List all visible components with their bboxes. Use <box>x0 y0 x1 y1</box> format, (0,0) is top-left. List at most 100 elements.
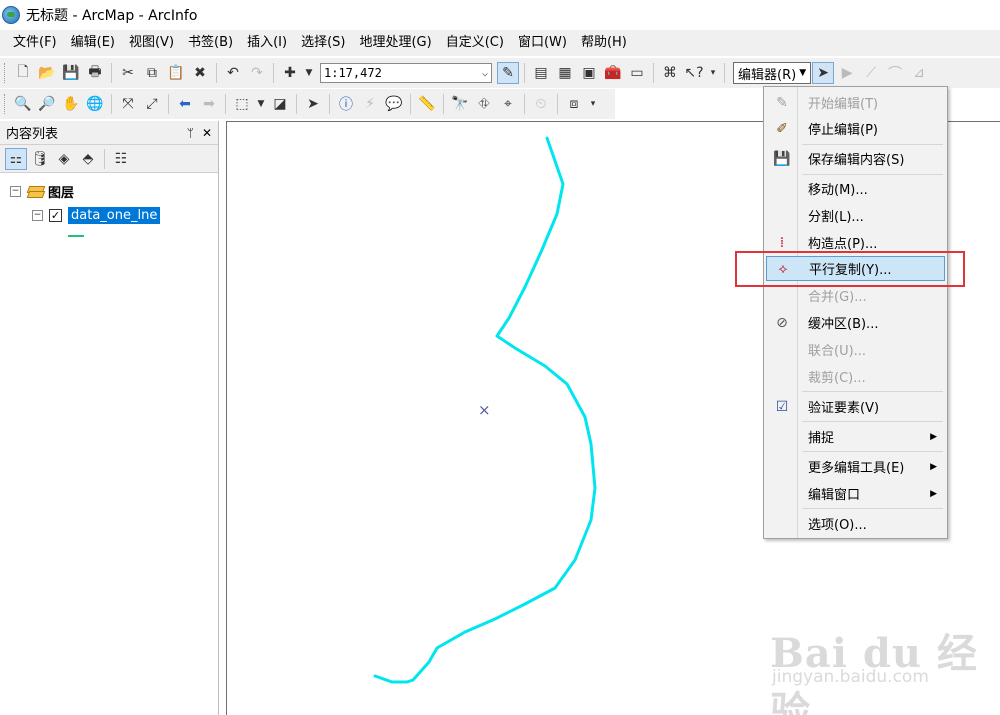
go-forward-arrow-icon[interactable]: ➡ <box>198 93 220 115</box>
collapse-icon[interactable]: − <box>10 185 21 197</box>
menu-separator <box>802 451 943 452</box>
paste-icon[interactable]: 📋 <box>165 62 187 84</box>
copy-icon[interactable]: ⧉ <box>141 62 163 84</box>
fixed-zoom-in-icon[interactable]: ⤧ <box>117 93 139 115</box>
list-by-source-icon[interactable]: 🛢 <box>29 148 51 170</box>
menu-item-union[interactable]: 联合(U)... <box>766 337 945 362</box>
menu-item-options[interactable]: 选项(O)... <box>766 511 945 536</box>
list-by-visibility-icon[interactable]: ◈ <box>53 148 75 170</box>
close-icon[interactable]: ✕ <box>202 126 212 140</box>
pin-icon[interactable]: ᛘ <box>187 126 194 140</box>
table-of-contents-icon[interactable]: ▤ <box>530 62 552 84</box>
editor-toolbar-toggle-icon[interactable]: ✎ <box>497 62 519 84</box>
straight-segment-icon[interactable]: ⟋ <box>860 62 882 84</box>
time-slider-icon[interactable]: ⏲ <box>530 93 552 115</box>
menu-selection[interactable]: 选择(S) <box>294 32 352 54</box>
toolbar-options-icon[interactable]: ▾ <box>587 93 599 115</box>
toolbar-grip[interactable] <box>4 63 8 83</box>
menu-file[interactable]: 文件(F) <box>6 32 64 54</box>
layer-visibility-checkbox[interactable]: ✓ <box>49 208 62 222</box>
select-elements-arrow-icon[interactable]: ➤ <box>302 93 324 115</box>
catalog-window-icon[interactable]: ▦ <box>554 62 576 84</box>
layers-stack-icon <box>27 184 43 198</box>
identify-info-icon[interactable]: ⓘ <box>335 93 357 115</box>
end-point-arc-icon[interactable]: ⌒ <box>884 62 906 84</box>
toc-options-icon[interactable]: ☷ <box>110 148 132 170</box>
zoom-out-icon[interactable]: 🔎 <box>36 93 58 115</box>
go-to-xy-icon[interactable]: ⌖ <box>497 93 519 115</box>
hyperlink-icon[interactable]: ⚡ <box>359 93 381 115</box>
go-back-arrow-icon[interactable]: ⬅ <box>174 93 196 115</box>
fixed-zoom-out-icon[interactable]: ⤢ <box>141 93 163 115</box>
map-scale-combobox[interactable]: 1:17,472 ⌵ <box>320 63 492 83</box>
list-by-drawing-order-icon[interactable]: ⚏ <box>5 147 27 170</box>
menu-item-buffer[interactable]: ⊘ 缓冲区(B)... <box>766 310 945 335</box>
edit-tool-arrow-icon[interactable]: ➤ <box>812 62 835 84</box>
python-window-icon[interactable]: ▭ <box>626 62 648 84</box>
collapse-icon[interactable]: − <box>32 209 43 221</box>
menu-help[interactable]: 帮助(H) <box>574 32 634 54</box>
toolbar-grip[interactable] <box>4 94 8 114</box>
toolbar-options-icon[interactable]: ▾ <box>707 62 719 84</box>
model-builder-icon[interactable]: ⌘ <box>659 62 681 84</box>
menu-windows[interactable]: 窗口(W) <box>511 32 574 54</box>
menu-insert[interactable]: 插入(I) <box>240 32 294 54</box>
list-by-selection-icon[interactable]: ⬘ <box>77 148 99 170</box>
save-icon[interactable]: 💾 <box>60 62 82 84</box>
menu-item-split[interactable]: 分割(L)... <box>766 203 945 228</box>
sketch-tools-icon[interactable]: ⊿ <box>908 62 930 84</box>
arctoolbox-icon[interactable]: 🧰 <box>602 62 624 84</box>
clear-selection-icon[interactable]: ◪ <box>269 93 291 115</box>
toolbar-separator <box>104 148 105 169</box>
cut-icon[interactable]: ✂ <box>117 62 139 84</box>
editor-menu-button[interactable]: 编辑器(R) ▼ <box>733 62 812 84</box>
menu-item-snapping[interactable]: 捕捉 ▶ <box>766 424 945 449</box>
whats-this-help-icon[interactable]: ↖? <box>683 62 705 84</box>
measure-ruler-icon[interactable]: 📏 <box>416 93 438 115</box>
menu-item-stop-editing[interactable]: ✐ 停止编辑(P) <box>766 116 945 141</box>
chevron-down-icon: ▼ <box>799 68 807 78</box>
open-folder-icon[interactable]: 📂 <box>36 62 58 84</box>
select-features-dropdown-icon[interactable]: ▼ <box>255 93 267 115</box>
pan-hand-icon[interactable]: ✋ <box>60 93 82 115</box>
find-route-icon[interactable]: ⛗ <box>473 93 495 115</box>
chevron-down-icon[interactable]: ⌵ <box>482 68 488 79</box>
toolbar-separator <box>443 94 444 114</box>
layer-name[interactable]: data_one_lne <box>68 206 161 224</box>
full-extent-globe-icon[interactable]: 🌐 <box>84 93 106 115</box>
create-viewer-window-icon[interactable]: ⧈ <box>563 93 585 115</box>
menu-geoprocessing[interactable]: 地理处理(G) <box>352 32 438 54</box>
menu-item-start-editing[interactable]: ✎ 开始编辑(T) <box>766 90 945 115</box>
redo-icon[interactable]: ↷ <box>246 62 268 84</box>
layer-row[interactable]: − ✓ data_one_lne <box>0 203 218 227</box>
menu-edit[interactable]: 编辑(E) <box>64 32 122 54</box>
map-center-marker-icon: × <box>478 401 491 419</box>
select-features-icon[interactable]: ⬚ <box>231 93 253 115</box>
add-data-icon[interactable]: ✚ <box>279 62 301 84</box>
toolbar-separator <box>724 63 725 83</box>
edit-annotation-tool-icon[interactable]: ▶ <box>836 62 858 84</box>
toolbar-separator <box>410 94 411 114</box>
menu-bookmarks[interactable]: 书签(B) <box>181 32 240 54</box>
print-icon[interactable]: 🖶 <box>84 62 106 84</box>
menu-item-validate-features[interactable]: ☑ 验证要素(V) <box>766 394 945 419</box>
menu-item-editing-windows[interactable]: 编辑窗口 ▶ <box>766 481 945 506</box>
menu-item-clip[interactable]: 裁剪(C)... <box>766 364 945 389</box>
html-popup-icon[interactable]: 💬 <box>383 93 405 115</box>
menu-view[interactable]: 视图(V) <box>122 32 181 54</box>
menu-item-more-editing-tools[interactable]: 更多编辑工具(E) ▶ <box>766 454 945 479</box>
search-window-icon[interactable]: ▣ <box>578 62 600 84</box>
menu-item-move[interactable]: 移动(M)... <box>766 176 945 201</box>
add-data-dropdown-icon[interactable]: ▼ <box>303 62 315 84</box>
menu-customize[interactable]: 自定义(C) <box>439 32 511 54</box>
new-document-icon[interactable]: 🗋 <box>12 62 34 84</box>
delete-icon[interactable]: ✖ <box>189 62 211 84</box>
baidu-jingyan-watermark: Bai du 经验 jingyan.baidu.com <box>770 603 990 715</box>
zoom-in-icon[interactable]: 🔍 <box>12 93 34 115</box>
layers-group-row[interactable]: − 图层 <box>0 179 218 203</box>
toc-toolbar: ⚏ 🛢 ◈ ⬘ ☷ <box>0 145 218 173</box>
find-binoculars-icon[interactable]: 🔭 <box>449 93 471 115</box>
undo-icon[interactable]: ↶ <box>222 62 244 84</box>
toolbar-separator <box>653 63 654 83</box>
menu-item-save-edits[interactable]: 💾 保存编辑内容(S) <box>766 146 945 171</box>
